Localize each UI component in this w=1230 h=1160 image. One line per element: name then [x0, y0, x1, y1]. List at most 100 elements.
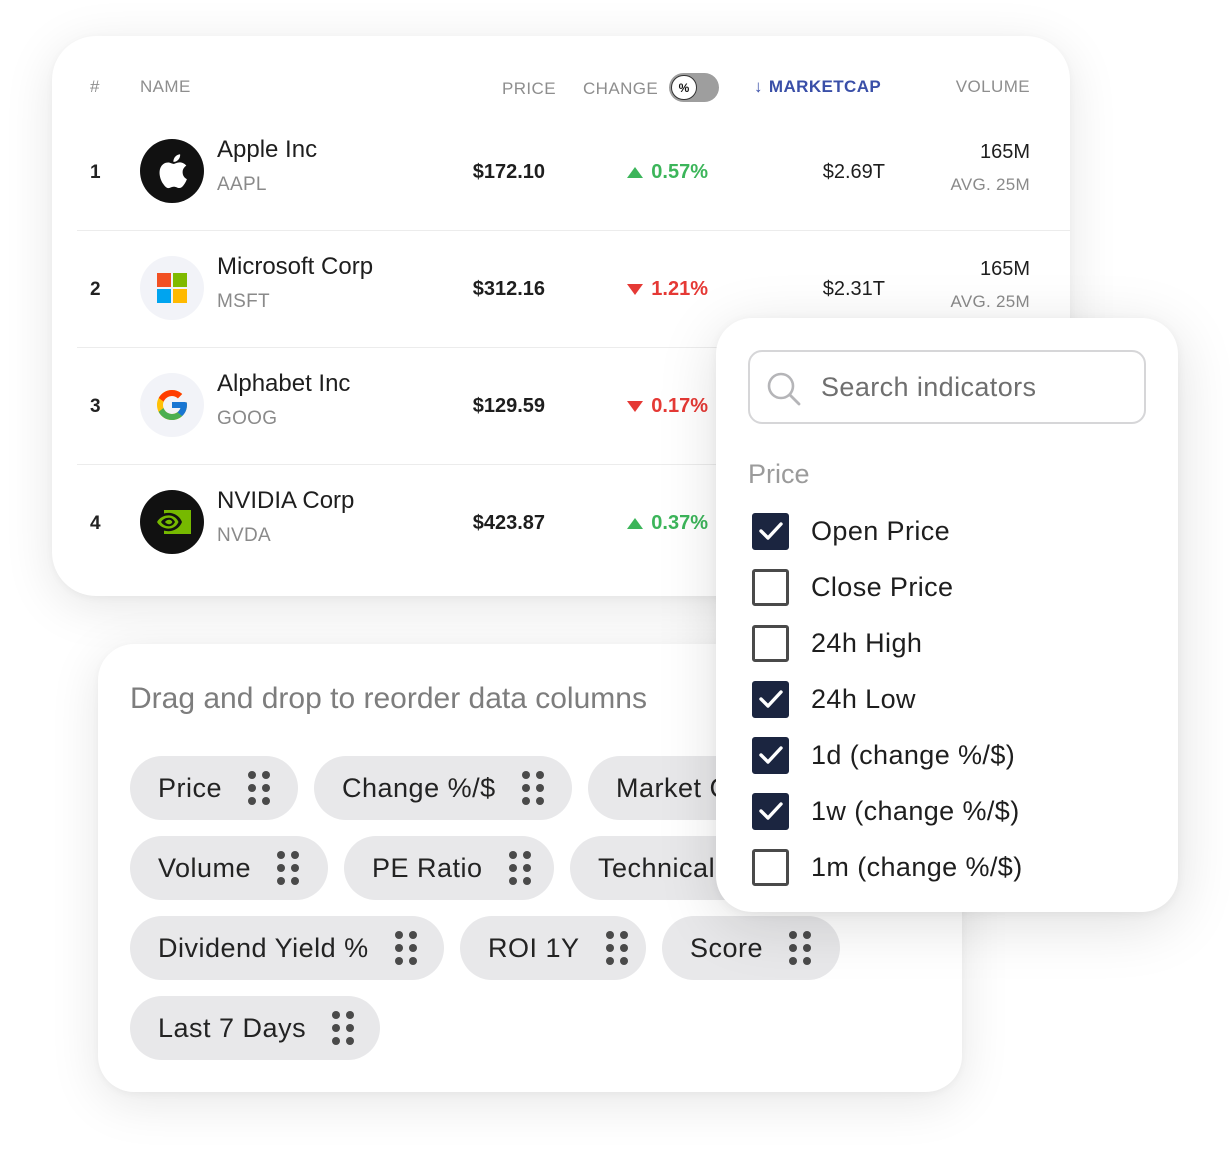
checkmark-icon: [758, 802, 783, 820]
column-chip-roi-1y[interactable]: ROI 1Y: [460, 916, 646, 980]
marketcap-value: $2.69T: [822, 161, 885, 183]
option-label: Close Price: [811, 571, 954, 602]
header-change[interactable]: CHANGE: [583, 78, 658, 100]
percent-toggle[interactable]: %: [669, 73, 719, 102]
drag-handle-icon[interactable]: [789, 931, 812, 965]
column-chip-last-7-days[interactable]: Last 7 Days: [130, 996, 380, 1060]
drag-handle-icon[interactable]: [605, 931, 628, 965]
column-chip-dividend-yield[interactable]: Dividend Yield %: [130, 916, 444, 980]
volume-value: 165M: [979, 258, 1030, 280]
option-24h-high[interactable]: 24h High: [752, 623, 922, 663]
option-1m-change[interactable]: 1m (change %/$): [752, 847, 1023, 887]
chip-label: ROI 1Y: [488, 932, 580, 963]
checkbox-checked[interactable]: [752, 680, 789, 718]
search-icon: [767, 372, 801, 406]
company-name: Microsoft Corp: [217, 253, 374, 280]
price-value: $312.16: [472, 278, 545, 300]
checkbox-unchecked[interactable]: [752, 848, 789, 886]
company-ticker: AAPL: [217, 174, 267, 195]
chip-label: Score: [690, 932, 764, 963]
row-rank: 2: [90, 278, 101, 300]
header-price[interactable]: PRICE: [502, 78, 556, 100]
header-marketcap-label: MARKETCAP: [768, 77, 882, 96]
drag-handle-icon[interactable]: [332, 1011, 355, 1045]
company-ticker: NVDA: [217, 525, 271, 546]
column-chip-change[interactable]: Change %/$: [314, 756, 572, 820]
option-label: 1d (change %/$): [811, 739, 1016, 770]
drag-handle-icon[interactable]: [521, 771, 544, 805]
drag-handle-icon[interactable]: [248, 771, 271, 805]
drag-handle-icon[interactable]: [394, 931, 417, 965]
checkbox-checked[interactable]: [752, 736, 789, 774]
price-value: $172.10: [472, 161, 545, 183]
row-rank: 4: [90, 512, 101, 534]
header-rank: #: [90, 77, 100, 96]
option-label: 1w (change %/$): [811, 795, 1020, 826]
chip-label: Change %/$: [342, 772, 496, 803]
chip-label: PE Ratio: [372, 852, 483, 883]
change-percent: 0.17%: [651, 395, 708, 417]
search-indicators-box[interactable]: Search indicators: [748, 350, 1146, 424]
change-percent: 1.21%: [651, 278, 708, 300]
change-percent: 0.57%: [651, 161, 708, 183]
table-row[interactable]: 1 Apple Inc AAPL $172.10 0.57% $2.69T 16…: [77, 114, 1070, 231]
column-chip-pe-ratio[interactable]: PE Ratio: [344, 836, 554, 900]
price-value: $423.87: [472, 512, 545, 534]
company-name: NVIDIA Corp: [217, 487, 355, 514]
checkbox-checked[interactable]: [752, 512, 789, 550]
row-rank: 1: [90, 161, 101, 183]
indicators-popup: Search indicators Price Open Price Close…: [716, 318, 1178, 912]
chip-label: Dividend Yield %: [158, 932, 369, 963]
chip-label: Volume: [158, 852, 252, 883]
checkmark-icon: [758, 522, 783, 540]
section-heading-price: Price: [748, 459, 810, 489]
checkmark-icon: [758, 690, 783, 708]
google-logo-icon: [140, 373, 204, 437]
checkmark-icon: [758, 746, 783, 764]
column-chip-volume[interactable]: Volume: [130, 836, 328, 900]
option-label: 24h High: [811, 627, 923, 658]
nvidia-logo-icon: [140, 490, 204, 554]
chip-label: Price: [158, 772, 223, 803]
change-value: 0.17%: [627, 348, 708, 465]
chip-label: Last 7 Days: [158, 1012, 307, 1043]
down-arrow-icon: [627, 401, 644, 412]
change-value: 1.21%: [627, 231, 708, 348]
change-percent: 0.37%: [651, 512, 708, 534]
option-open-price[interactable]: Open Price: [752, 511, 950, 551]
option-label: 24h Low: [811, 683, 916, 714]
reorder-columns-title: Drag and drop to reorder data columns: [130, 682, 647, 715]
option-24h-low[interactable]: 24h Low: [752, 679, 916, 719]
chip-label: Technical: [598, 852, 716, 883]
company-name: Apple Inc: [217, 136, 318, 163]
volume-value: 165M: [979, 141, 1030, 163]
up-arrow-icon: [627, 518, 644, 529]
row-rank: 3: [90, 395, 101, 417]
company-name: Alphabet Inc: [217, 370, 351, 397]
option-label: Open Price: [811, 515, 951, 546]
checkbox-unchecked[interactable]: [752, 624, 789, 662]
header-name[interactable]: NAME: [140, 76, 191, 98]
column-chip-score[interactable]: Score: [662, 916, 840, 980]
option-label: 1m (change %/$): [811, 851, 1023, 882]
checkbox-unchecked[interactable]: [752, 568, 789, 606]
up-arrow-icon: [627, 167, 644, 178]
drag-handle-icon[interactable]: [508, 851, 531, 885]
column-chip-price[interactable]: Price: [130, 756, 298, 820]
search-input[interactable]: Search indicators: [821, 372, 1036, 403]
option-1w-change[interactable]: 1w (change %/$): [752, 791, 1020, 831]
option-1d-change[interactable]: 1d (change %/$): [752, 735, 1015, 775]
header-marketcap[interactable]: ↓ MARKETCAP: [754, 76, 881, 98]
company-ticker: GOOG: [217, 408, 278, 429]
sort-down-icon: ↓: [754, 77, 763, 96]
down-arrow-icon: [627, 284, 644, 295]
change-value: 0.57%: [627, 114, 708, 231]
volume-average: AVG. 25M: [950, 175, 1030, 194]
price-value: $129.59: [472, 395, 545, 417]
microsoft-logo-icon: [140, 256, 204, 320]
option-close-price[interactable]: Close Price: [752, 567, 953, 607]
header-volume[interactable]: VOLUME: [956, 76, 1030, 98]
checkbox-checked[interactable]: [752, 792, 789, 830]
drag-handle-icon[interactable]: [277, 851, 300, 885]
change-value: 0.37%: [627, 465, 708, 582]
